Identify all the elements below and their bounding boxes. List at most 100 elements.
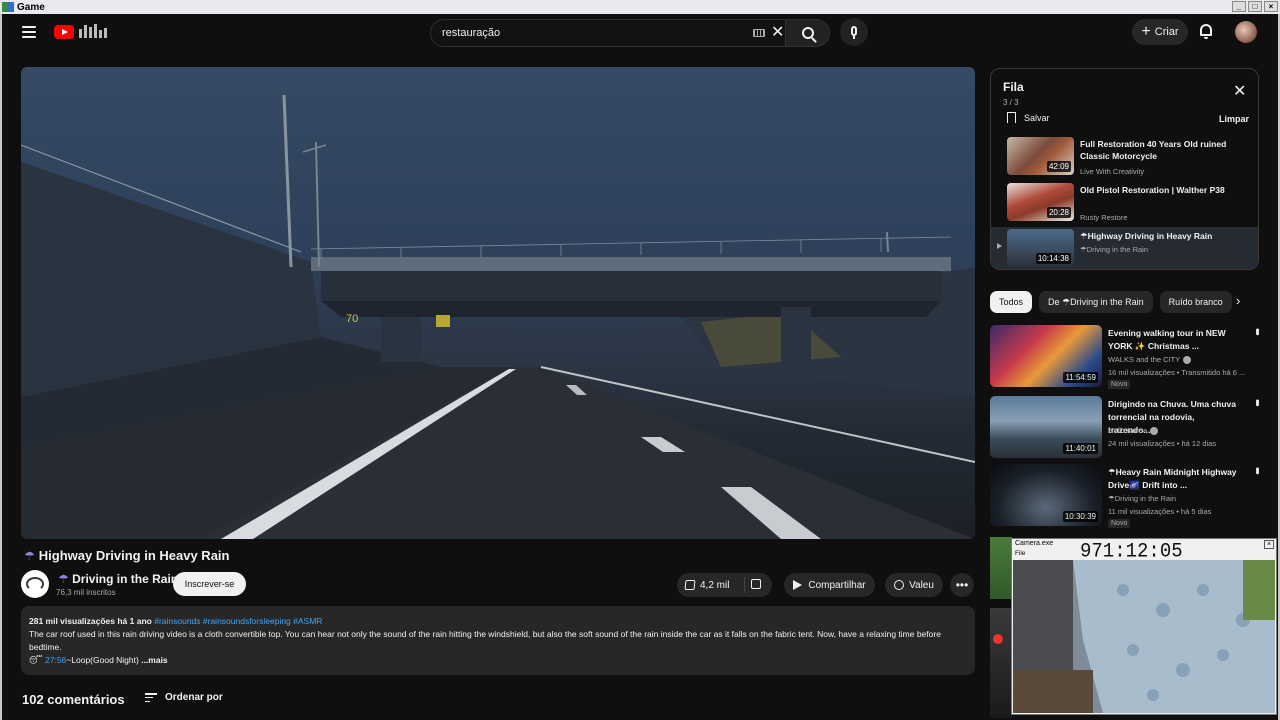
- menu-icon[interactable]: [22, 26, 36, 38]
- clear-search-icon[interactable]: ✕: [771, 22, 784, 42]
- timestamp-link[interactable]: 27:56: [45, 655, 66, 665]
- hashtags[interactable]: #rainsounds #rainsoundsforsleeping #ASMR: [154, 616, 322, 626]
- clear-queue-button[interactable]: Limpar: [1219, 114, 1249, 124]
- webcam-feed: [1013, 560, 1275, 713]
- window-frame-left: [0, 14, 2, 720]
- recommendation-item[interactable]: 10:30:39 ☂Heavy Rain Midnight Highway Dr…: [990, 464, 1263, 528]
- recommendation-stats: 16 mil visualizações • Transmitido há 6 …: [1108, 368, 1246, 377]
- save-queue-button[interactable]: Salvar: [1007, 112, 1050, 123]
- queue-item-channel: Live With Creativity: [1080, 167, 1145, 176]
- recommendation-channel: WALKS and the CITY: [1108, 355, 1192, 364]
- recommendation-stats: 24 mil visualizações • há 12 dias: [1108, 439, 1217, 448]
- window-controls: _ □ ×: [1232, 1, 1278, 12]
- more-vert-icon[interactable]: •••: [1251, 328, 1263, 334]
- app-icon: [2, 2, 14, 12]
- voice-search-button[interactable]: [840, 18, 868, 46]
- video-player[interactable]: 70: [21, 67, 975, 539]
- like-button[interactable]: 4,2 mil: [677, 577, 745, 593]
- recommendation-item[interactable]: 11:54:59 Evening walking tour in NEW YOR…: [990, 325, 1263, 389]
- recommendation-channel-name: ☂Driving in the Rain: [1108, 494, 1177, 503]
- video-title: ☂ Highway Driving in Heavy Rain: [24, 548, 229, 563]
- bell-icon[interactable]: [1200, 24, 1212, 39]
- like-dislike-group: 4,2 mil: [677, 573, 772, 597]
- camera-file-menu[interactable]: File: [1015, 550, 1025, 557]
- duration-badge: 11:40:01: [1063, 443, 1098, 454]
- queue-panel: Fila 3 / 3 ✕ Salvar Limpar 42:09 Full Re…: [990, 68, 1259, 270]
- camera-close-button[interactable]: ×: [1264, 540, 1274, 549]
- chapter-text: ~Loop(Good Night): [66, 655, 139, 665]
- close-window-button[interactable]: ×: [1264, 1, 1278, 12]
- description-text: The car roof used in this rain driving v…: [29, 629, 941, 652]
- more-vert-icon[interactable]: •••: [1251, 467, 1263, 473]
- sort-comments-button[interactable]: Ordenar por: [145, 692, 223, 703]
- queue-item-current[interactable]: 10:14:38 ☂Highway Driving in Heavy Rain …: [991, 227, 1258, 269]
- doodle-icon: [77, 24, 109, 40]
- chip-from-channel[interactable]: De ☂Driving in the Rain: [1039, 291, 1153, 313]
- share-label: Compartilhar: [808, 579, 866, 591]
- partial-thumbnail: [990, 608, 1012, 718]
- duration-badge: 10:30:39: [1062, 511, 1098, 522]
- create-button[interactable]: + Criar: [1132, 19, 1188, 45]
- share-icon: [793, 580, 803, 590]
- verified-icon: [1183, 355, 1192, 364]
- search-box: ✕: [430, 19, 786, 47]
- queue-item[interactable]: 20:28 Old Pistol Restoration | Walther P…: [991, 181, 1258, 225]
- show-more-link[interactable]: ...mais: [139, 655, 167, 665]
- bookmark-icon: [1007, 112, 1016, 123]
- description-box[interactable]: 281 mil visualizações há 1 ano #rainsoun…: [21, 606, 975, 675]
- sort-label: Ordenar por: [165, 692, 223, 703]
- minimize-button[interactable]: _: [1232, 1, 1246, 12]
- maximize-button[interactable]: □: [1248, 1, 1262, 12]
- recommendation-channel: ☂Driving in the Rain: [1108, 494, 1176, 503]
- camera-window-title: Camera.exe: [1015, 540, 1054, 547]
- share-button[interactable]: Compartilhar: [784, 573, 875, 597]
- umbrella-icon: ☂: [24, 548, 35, 563]
- mic-icon: [851, 26, 857, 39]
- camera-window[interactable]: Camera.exe File 971:12:05 ×: [1011, 538, 1277, 715]
- youtube-logo[interactable]: [54, 24, 109, 40]
- recommendation-thumbnail: 10:30:39: [990, 464, 1102, 526]
- partial-thumbnail: [990, 537, 1012, 599]
- queue-thumbnail: 42:09: [1007, 137, 1074, 175]
- record-indicator-icon: [993, 634, 1003, 644]
- chip-all[interactable]: Todos: [990, 291, 1033, 313]
- recommendation-title: Evening walking tour in NEW YORK ✨ Chris…: [1108, 328, 1226, 351]
- channel-avatar[interactable]: [21, 570, 49, 598]
- dislike-button[interactable]: [745, 578, 761, 592]
- view-date-meta: 281 mil visualizações há 1 ano: [29, 616, 152, 626]
- sleep-emoji-icon: 😴: [29, 655, 43, 665]
- queue-title: Fila: [1003, 80, 1024, 94]
- keyboard-icon[interactable]: [753, 29, 765, 37]
- queue-item[interactable]: 42:09 Full Restoration 40 Years Old ruin…: [991, 135, 1258, 179]
- search-icon: [801, 27, 814, 39]
- recommendation-title: ☂Heavy Rain Midnight Highway Drive🌌 Drif…: [1108, 467, 1237, 490]
- window-title-bar: Game _ □ ×: [0, 0, 1280, 14]
- chip-white-noise[interactable]: Ruído branco: [1159, 291, 1232, 313]
- avatar[interactable]: [1235, 21, 1257, 43]
- search-button[interactable]: [786, 19, 830, 47]
- recommendation-channel: Hello Korea: [1108, 426, 1159, 435]
- create-label: Criar: [1154, 26, 1179, 38]
- recommendation-item[interactable]: 11:40:01 Dirigindo na Chuva. Uma chuva t…: [990, 396, 1263, 458]
- duration-badge: 10:14:38: [1035, 253, 1071, 264]
- more-actions-button[interactable]: •••: [950, 573, 974, 597]
- duration-badge: 11:54:59: [1063, 372, 1098, 383]
- recommendation-channel-name: Hello Korea: [1108, 426, 1148, 435]
- chevron-right-icon[interactable]: ›: [1236, 293, 1240, 308]
- channel-name[interactable]: ☂ Driving in the Rain: [58, 572, 178, 586]
- close-queue-icon[interactable]: ✕: [1233, 81, 1246, 101]
- sort-icon: [145, 693, 157, 702]
- filter-chips: Todos De ☂Driving in the Rain Ruído bran…: [990, 291, 1260, 315]
- window-title: Game: [17, 1, 45, 13]
- subscriber-count: 76,3 mil inscritos: [56, 588, 116, 597]
- search-input[interactable]: [431, 27, 731, 39]
- more-vert-icon[interactable]: •••: [1251, 399, 1263, 405]
- channel-umbrella-icon: ☂: [58, 572, 69, 586]
- recommendation-channel-name: WALKS and the CITY: [1108, 355, 1181, 364]
- recommendation-stats: 11 mil visualizações • há 5 dias: [1108, 507, 1212, 516]
- queue-thumbnail: 20:28: [1007, 183, 1074, 221]
- new-badge: Novo: [1108, 519, 1131, 528]
- thanks-button[interactable]: Valeu: [885, 573, 943, 597]
- save-label: Salvar: [1024, 112, 1050, 123]
- subscribe-button[interactable]: Inscrever-se: [173, 572, 246, 596]
